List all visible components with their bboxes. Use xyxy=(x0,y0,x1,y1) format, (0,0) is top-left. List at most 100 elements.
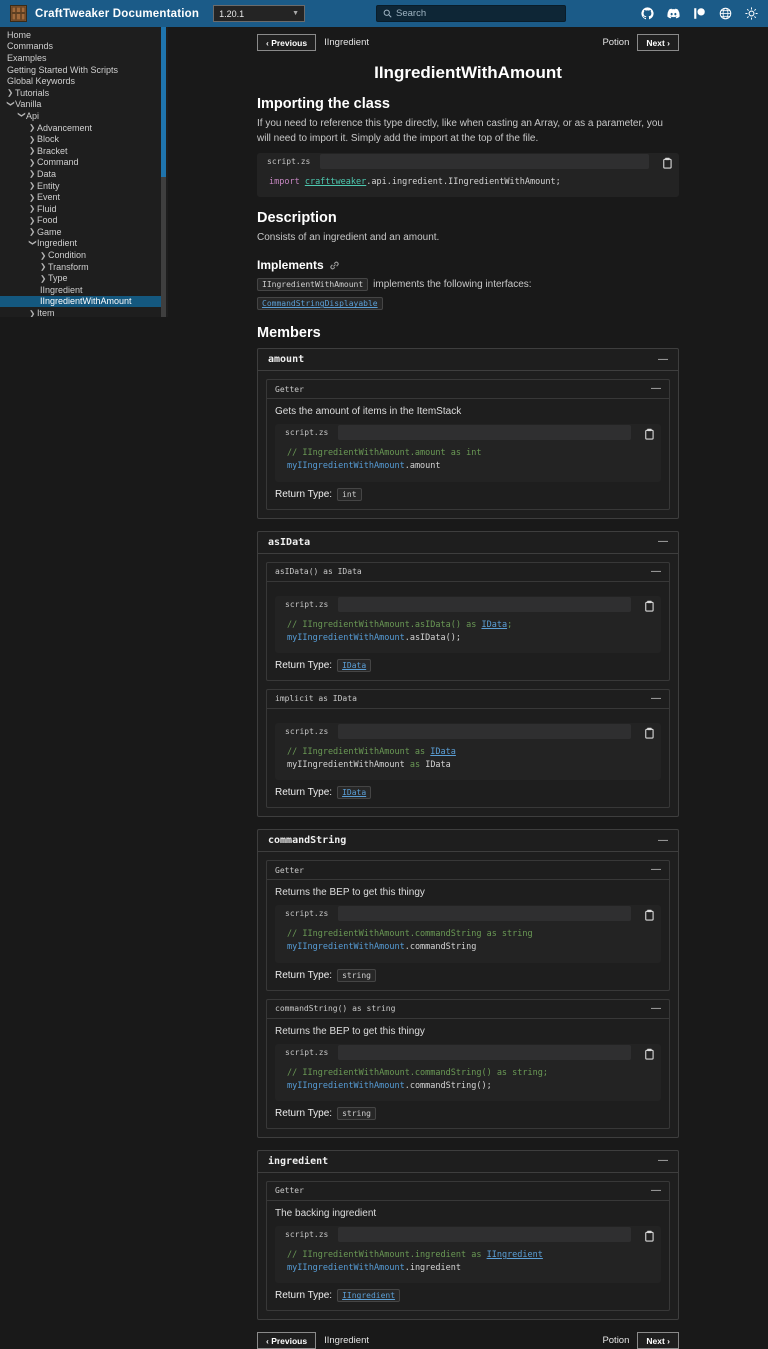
globe-icon[interactable] xyxy=(719,7,732,20)
chevron-right-icon[interactable]: ❯ xyxy=(29,123,37,132)
sidebar-item-advancement[interactable]: ❯ Advancement xyxy=(0,122,161,134)
chevron-right-icon[interactable]: ❯ xyxy=(7,88,15,97)
collapse-icon[interactable]: — xyxy=(658,835,668,846)
return-type-chip[interactable]: IData xyxy=(337,786,372,800)
next-button[interactable]: Next › xyxy=(637,1332,679,1349)
chevron-right-icon[interactable]: ❯ xyxy=(29,146,37,155)
sidebar-item-transform[interactable]: ❯ Transform xyxy=(0,261,161,273)
sidebar-item-type[interactable]: ❯ Type xyxy=(0,272,161,284)
copy-icon[interactable] xyxy=(643,599,654,612)
copy-icon[interactable] xyxy=(661,156,672,169)
sidebar-item-label: Condition xyxy=(48,250,87,261)
version-select[interactable]: 1.20.1 ▼ xyxy=(213,5,306,22)
sidebar-item-item[interactable]: ❯ Item xyxy=(0,307,161,317)
return-type-chip[interactable]: IIngredient xyxy=(337,1289,401,1303)
chevron-down-icon[interactable]: ❯ xyxy=(7,100,16,108)
sidebar-item-bracket[interactable]: ❯ Bracket xyxy=(0,145,161,157)
collapse-icon[interactable]: — xyxy=(658,537,668,547)
member-group-header[interactable]: implicit as IData — xyxy=(267,690,669,709)
code-tab[interactable]: script.zs xyxy=(275,727,338,736)
member-group-header[interactable]: Getter — xyxy=(267,1182,669,1201)
previous-button[interactable]: ‹ Previous xyxy=(257,1332,317,1349)
search-input[interactable]: Search xyxy=(376,5,566,22)
collapse-icon[interactable]: — xyxy=(651,865,661,875)
member-header-ingredient[interactable]: ingredient — xyxy=(258,1151,678,1173)
sidebar-item-label: Entity xyxy=(37,180,60,191)
member-group-header[interactable]: Getter — xyxy=(267,861,669,881)
member-panel-asIData: asIData — asIData() as IData — script.zs // I… xyxy=(257,530,679,818)
chevron-right-icon[interactable]: ❯ xyxy=(29,204,37,213)
code-tab[interactable]: script.zs xyxy=(275,1048,338,1057)
code-tab[interactable]: script.zs xyxy=(275,909,338,918)
sidebar-item-fluid[interactable]: ❯ Fluid xyxy=(0,203,161,215)
sidebar-item-api[interactable]: ❯ Api xyxy=(0,110,161,122)
next-button[interactable]: Next › xyxy=(637,34,679,51)
sidebar-item-ingredient[interactable]: ❯ Ingredient xyxy=(0,238,161,250)
sidebar-item-tutorials[interactable]: ❯ Tutorials xyxy=(0,87,161,99)
chevron-right-icon[interactable]: ❯ xyxy=(40,251,48,260)
chevron-right-icon[interactable]: ❯ xyxy=(29,135,37,144)
collapse-icon[interactable]: — xyxy=(651,1185,661,1196)
code-tab[interactable]: script.zs xyxy=(257,157,320,166)
chevron-right-icon[interactable]: ❯ xyxy=(29,216,37,225)
sidebar-item-label: Bracket xyxy=(37,145,68,156)
sidebar-item-examples[interactable]: Examples xyxy=(0,52,161,64)
sidebar-item-game[interactable]: ❯ Game xyxy=(0,226,161,238)
chevron-right-icon[interactable]: ❯ xyxy=(29,181,37,190)
code-tab[interactable]: script.zs xyxy=(275,428,338,437)
chevron-right-icon[interactable]: ❯ xyxy=(29,169,37,178)
sidebar-item-getting-started-with-scripts[interactable]: Getting Started With Scripts xyxy=(0,64,161,76)
sidebar-item-event[interactable]: ❯ Event xyxy=(0,191,161,203)
sidebar-item-data[interactable]: ❯ Data xyxy=(0,168,161,180)
sidebar-scrollbar-thumb[interactable] xyxy=(161,27,166,177)
member-header-amount[interactable]: amount — xyxy=(258,349,678,372)
chevron-right-icon[interactable]: ❯ xyxy=(29,309,37,317)
discord-icon[interactable] xyxy=(667,7,680,20)
previous-button[interactable]: ‹ Previous xyxy=(257,34,317,51)
collapse-icon[interactable]: — xyxy=(651,384,661,394)
theme-toggle-icon[interactable] xyxy=(745,7,758,20)
github-icon[interactable] xyxy=(641,7,654,20)
return-type-chip[interactable]: IData xyxy=(337,658,372,672)
collapse-icon[interactable]: — xyxy=(651,1003,661,1014)
member-group-header[interactable]: Getter — xyxy=(267,380,669,400)
collapse-icon[interactable]: — xyxy=(658,1156,668,1166)
copy-icon[interactable] xyxy=(643,427,654,440)
collapse-icon[interactable]: — xyxy=(658,354,668,365)
code-tab[interactable]: script.zs xyxy=(275,1230,338,1239)
patreon-icon[interactable] xyxy=(693,7,706,20)
sidebar-item-iingredient[interactable]: IIngredient xyxy=(0,284,161,296)
member-group-header[interactable]: asIData() as IData — xyxy=(267,563,669,582)
chevron-right-icon[interactable]: ❯ xyxy=(40,262,48,271)
member-group-header[interactable]: commandString() as string — xyxy=(267,1000,669,1019)
chevron-right-icon[interactable]: ❯ xyxy=(29,227,37,236)
code-tab[interactable]: script.zs xyxy=(275,600,338,609)
copy-icon[interactable] xyxy=(643,726,654,739)
copy-icon[interactable] xyxy=(643,908,654,921)
sidebar-item-condition[interactable]: ❯ Condition xyxy=(0,249,161,261)
chevron-down-icon[interactable]: ❯ xyxy=(29,239,38,247)
sidebar-item-entity[interactable]: ❯ Entity xyxy=(0,180,161,192)
member-header-asIData[interactable]: asIData — xyxy=(258,532,678,554)
sidebar-item-vanilla[interactable]: ❯ Vanilla xyxy=(0,99,161,111)
copy-icon[interactable] xyxy=(643,1047,654,1060)
chevron-right-icon[interactable]: ❯ xyxy=(29,158,37,167)
chevron-right-icon[interactable]: ❯ xyxy=(40,274,48,283)
sidebar-item-home[interactable]: Home xyxy=(0,29,161,41)
member-header-commandString[interactable]: commandString — xyxy=(258,830,678,853)
sidebar-item-command[interactable]: ❯ Command xyxy=(0,157,161,169)
sidebar-item-commands[interactable]: Commands xyxy=(0,41,161,53)
collapse-icon[interactable]: — xyxy=(651,566,661,577)
link-icon[interactable] xyxy=(329,260,340,271)
members-list: amount — Getter — Gets the amount of items i… xyxy=(257,348,679,1321)
sidebar-item-iingredientwithamount[interactable]: IIngredientWithAmount xyxy=(0,295,161,308)
sidebar-item-food[interactable]: ❯ Food xyxy=(0,215,161,227)
sidebar-item-global-keywords[interactable]: Global Keywords xyxy=(0,75,161,87)
sidebar-item-block[interactable]: ❯ Block xyxy=(0,133,161,145)
copy-icon[interactable] xyxy=(643,1229,654,1242)
collapse-icon[interactable]: — xyxy=(651,693,661,704)
sidebar-scrollbar[interactable] xyxy=(161,27,166,317)
chevron-right-icon[interactable]: ❯ xyxy=(29,193,37,202)
chevron-down-icon[interactable]: ❯ xyxy=(18,112,27,120)
interface-link[interactable]: CommandStringDisplayable xyxy=(257,297,383,311)
